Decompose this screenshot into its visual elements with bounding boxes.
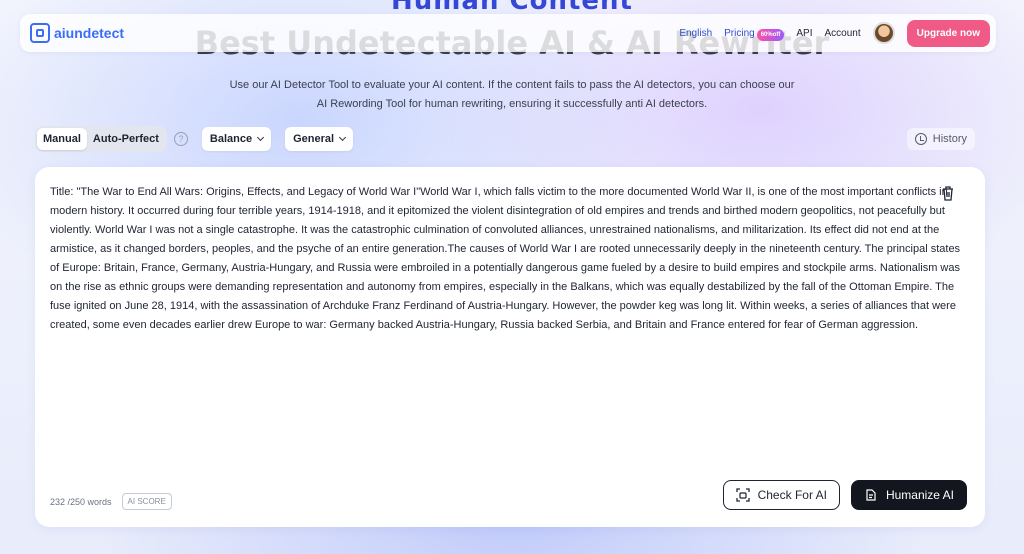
nav-account[interactable]: Account <box>825 28 861 39</box>
check-for-ai-button[interactable]: Check For AI <box>722 480 840 510</box>
page-description: Use our AI Detector Tool to evaluate you… <box>0 76 1024 114</box>
nav-api[interactable]: API <box>796 28 812 39</box>
upgrade-button[interactable]: Upgrade now <box>906 19 990 47</box>
logo-text: aiundetect <box>54 25 125 41</box>
strength-dropdown-label: Balance <box>209 133 253 145</box>
mode-auto-perfect-button[interactable]: Auto-Perfect <box>87 128 165 150</box>
logo-icon <box>30 23 50 43</box>
humanize-ai-label: Humanize AI <box>885 488 954 502</box>
ai-score-badge[interactable]: AI SCORE <box>121 493 172 510</box>
nav-pricing-label: Pricing <box>724 27 755 39</box>
logo[interactable]: aiundetect <box>30 23 124 43</box>
check-for-ai-label: Check For AI <box>757 488 827 502</box>
word-count: 232 /250 words <box>50 496 112 507</box>
humanize-icon <box>866 489 876 501</box>
chevron-down-icon <box>257 133 265 142</box>
humanize-ai-button[interactable]: Humanize AI <box>850 480 967 510</box>
nav-pricing[interactable]: Pricing 60%off <box>724 27 785 41</box>
purpose-dropdown[interactable]: General <box>285 127 354 151</box>
scan-icon <box>735 488 750 502</box>
description-line-1: Use our AI Detector Tool to evaluate you… <box>229 79 795 91</box>
trash-icon[interactable] <box>941 185 955 201</box>
discount-badge: 60%off <box>756 28 785 41</box>
editor-content[interactable]: Title: "The War to End All Wars: Origins… <box>50 183 968 335</box>
history-label: History <box>932 133 967 145</box>
history-button[interactable]: History <box>906 128 975 150</box>
text-editor[interactable]: Title: "The War to End All Wars: Origins… <box>35 167 985 527</box>
strength-dropdown[interactable]: Balance <box>201 127 272 151</box>
mode-manual-button[interactable]: Manual <box>37 128 87 150</box>
nav-language[interactable]: English <box>679 28 712 39</box>
editor-toolbar: Manual Auto-Perfect ? Balance General Hi… <box>35 126 975 152</box>
top-nav: aiundetect English Pricing 60%off API Acc… <box>20 14 996 52</box>
chevron-down-icon <box>339 133 347 142</box>
avatar[interactable] <box>872 22 895 44</box>
history-icon <box>914 133 927 145</box>
help-icon[interactable]: ? <box>173 132 188 146</box>
mode-toggle: Manual Auto-Perfect <box>35 126 167 152</box>
description-line-2: AI Rewording Tool for human rewriting, e… <box>316 98 708 110</box>
purpose-dropdown-label: General <box>293 133 335 145</box>
